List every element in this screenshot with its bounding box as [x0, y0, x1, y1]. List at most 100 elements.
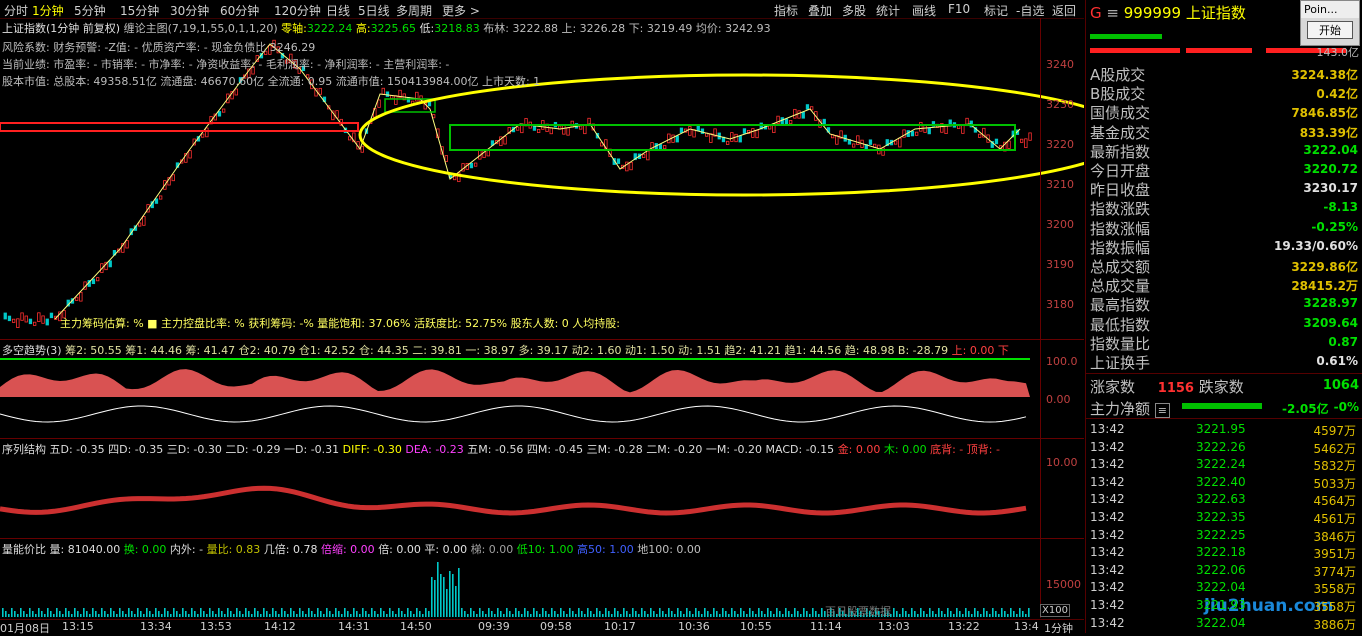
volume-bar — [725, 611, 727, 617]
ti-value: 梯: 0.00 — [470, 543, 514, 556]
tool-0[interactable]: 指标 — [774, 2, 798, 19]
volume-bar — [494, 614, 496, 617]
candle — [978, 133, 982, 138]
candle — [125, 240, 129, 249]
ind2-title[interactable]: 序列结构 — [2, 443, 46, 456]
tool-3[interactable]: 统计 — [876, 2, 900, 19]
ind1-title[interactable]: 多空趋势(3) — [2, 344, 62, 357]
candle — [158, 195, 163, 200]
tool-1[interactable]: 叠加 — [808, 2, 832, 19]
volume-bar — [653, 611, 655, 617]
chart-title: 上证指数(1分钟 前复权) — [2, 22, 121, 35]
volume-bar — [65, 608, 67, 617]
menu-icon[interactable]: ≡ — [1106, 4, 1119, 22]
tool-2[interactable]: 多股 — [842, 2, 866, 19]
volume-bar — [818, 614, 820, 617]
volume-bar — [500, 611, 502, 617]
period-2[interactable]: 5分钟 — [74, 2, 106, 19]
tool-6[interactable]: 标记 — [984, 2, 1008, 19]
stock-code[interactable]: 999999 — [1124, 4, 1181, 22]
candle — [671, 134, 675, 143]
volume-bar — [971, 614, 973, 617]
volume-bar — [743, 611, 745, 617]
volume-bar — [920, 608, 922, 617]
tick-amount: 4597万 — [1313, 424, 1356, 438]
tool-8[interactable]: 返回 — [1052, 2, 1076, 19]
quote-label: 上证换手 — [1090, 354, 1151, 372]
volume-bar — [92, 608, 94, 617]
volume-bar — [650, 608, 652, 617]
ind2-values: 五D: -0.35 四D: -0.35 三D: -0.30 二D: -0.29 … — [49, 443, 340, 456]
vol-tick: 15000 — [1046, 578, 1081, 591]
volume-bar — [158, 611, 160, 617]
volume-bar — [17, 614, 19, 617]
period-3[interactable]: 15分钟 — [120, 2, 159, 19]
candle — [868, 139, 873, 145]
period-1[interactable]: 1分钟 — [32, 2, 64, 19]
list-icon[interactable]: ≡ — [1154, 403, 1171, 418]
volume-bar — [182, 608, 184, 617]
volume-bar — [731, 608, 733, 617]
volume-bar — [152, 614, 154, 617]
volume-bar — [656, 614, 658, 617]
period-10[interactable]: 更多 > — [442, 2, 480, 19]
volume-bar — [773, 614, 775, 617]
tool-7[interactable]: -自选 — [1016, 2, 1044, 19]
candle — [583, 124, 587, 135]
volume-bar — [617, 611, 619, 617]
quote-value: 3220.72 — [1303, 162, 1358, 176]
candle — [537, 128, 541, 133]
tick-amount: 4564万 — [1313, 494, 1356, 509]
volume-bar — [380, 608, 382, 617]
period-9[interactable]: 多周期 — [396, 2, 432, 19]
tool-4[interactable]: 画线 — [912, 2, 936, 19]
period-label[interactable]: 1分钟 — [1044, 620, 1073, 636]
candle — [894, 140, 898, 145]
ind3-title[interactable]: 量能价比 — [2, 543, 46, 556]
code-prefix: G — [1090, 4, 1102, 22]
candle — [28, 318, 33, 325]
divider — [0, 438, 1084, 439]
period-4[interactable]: 30分钟 — [170, 2, 209, 19]
quote-row: B股成交 0.42亿 — [1090, 83, 1360, 103]
quote-label: 总成交额 — [1090, 258, 1151, 276]
tool-5[interactable]: F10 — [948, 2, 970, 16]
tick-row: 13:42 3221.93 3558万 — [1090, 598, 1360, 617]
point-popup: Poin... 开始 — [1300, 0, 1360, 46]
volume-bar — [611, 614, 613, 617]
tick-row: 13:42 3222.35 4561万 — [1090, 510, 1360, 529]
volume-bar — [554, 611, 556, 617]
zero-axis-value: 3222.24 — [306, 22, 353, 35]
candle — [406, 97, 411, 103]
period-8[interactable]: 5日线 — [358, 2, 390, 19]
candle — [919, 121, 923, 132]
volume-bar — [503, 614, 505, 617]
period-7[interactable]: 日线 — [326, 2, 350, 19]
volume-bar — [218, 608, 220, 617]
volume-bar — [149, 611, 151, 617]
volume-bar — [671, 611, 673, 617]
volume-bar — [395, 614, 397, 617]
quote-label: 指数振幅 — [1090, 238, 1151, 257]
volume-bar — [341, 614, 343, 617]
volume-bar — [377, 614, 379, 617]
volume-bar — [392, 611, 394, 617]
candle — [910, 130, 915, 137]
candle — [1007, 140, 1011, 149]
volume-bar — [281, 608, 283, 617]
volume-bar — [767, 608, 769, 617]
period-6[interactable]: 120分钟 — [274, 2, 321, 19]
volume-bar — [932, 611, 934, 617]
volume-bar — [938, 608, 940, 617]
volume-bar — [134, 614, 136, 617]
volume-bar — [989, 614, 991, 617]
tick-time: 13:42 — [1090, 422, 1125, 436]
sequence-indicator-plot — [0, 485, 1027, 516]
period-5[interactable]: 60分钟 — [220, 2, 259, 19]
volume-bar — [137, 608, 139, 617]
tick-amount: 3774万 — [1313, 564, 1356, 579]
start-button[interactable]: 开始 — [1307, 21, 1353, 39]
period-0[interactable]: 分时 — [4, 2, 28, 19]
tick-price: 3222.04 — [1196, 615, 1246, 630]
volume-bar — [11, 608, 13, 617]
